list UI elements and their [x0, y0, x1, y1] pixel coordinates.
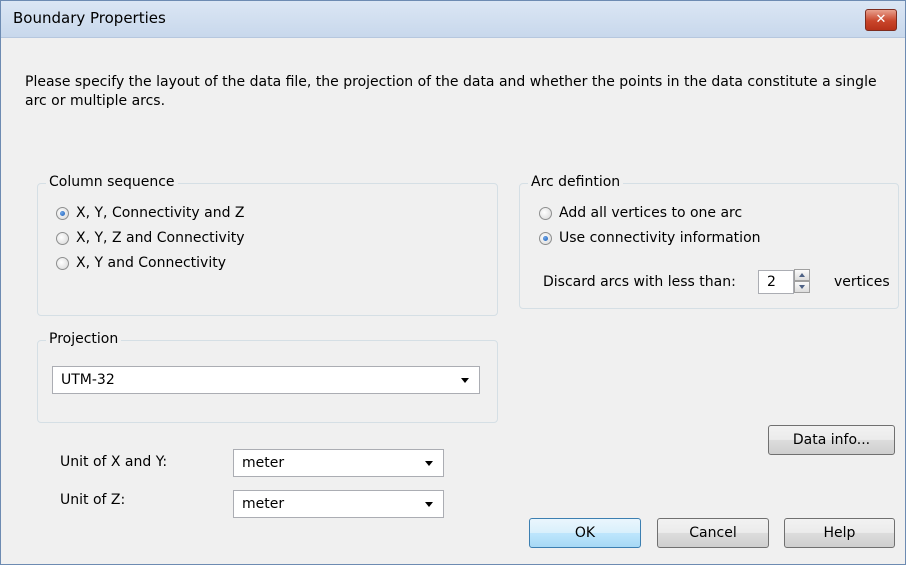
radio-icon[interactable]: [56, 256, 69, 270]
chevron-down-icon[interactable]: [425, 461, 433, 466]
data-info-button[interactable]: Data info...: [768, 425, 895, 455]
radio-icon[interactable]: [56, 231, 69, 245]
chevron-down-icon[interactable]: [461, 378, 469, 383]
close-button[interactable]: ✕: [865, 9, 897, 31]
arc-definition-group: Arc defintion Add all vertices to one ar…: [519, 174, 899, 309]
radio-label: X, Y, Z and Connectivity: [76, 230, 245, 246]
radio-label: Add all vertices to one arc: [559, 205, 743, 221]
arc-definition-legend: Arc defintion: [528, 174, 624, 190]
projection-select[interactable]: UTM-32: [52, 366, 480, 394]
radio-icon[interactable]: [539, 206, 552, 220]
discard-arcs-input[interactable]: 2: [758, 270, 794, 294]
dialog-window: Boundary Properties ✕ Please specify the…: [0, 0, 906, 565]
stepper-down-icon[interactable]: [794, 281, 810, 293]
projection-group: Projection UTM-32: [37, 331, 498, 423]
unit-z-value: meter: [242, 496, 285, 512]
radio-use-connectivity[interactable]: Use connectivity information: [539, 230, 761, 246]
radio-xy-connectivity-z[interactable]: X, Y, Connectivity and Z: [56, 205, 245, 221]
cancel-button[interactable]: Cancel: [657, 518, 769, 548]
radio-label: X, Y and Connectivity: [76, 255, 227, 271]
stepper-up-icon[interactable]: [794, 269, 810, 281]
radio-xyz-connectivity[interactable]: X, Y, Z and Connectivity: [56, 230, 245, 246]
help-button[interactable]: Help: [784, 518, 895, 548]
discard-arcs-stepper[interactable]: [794, 269, 810, 295]
radio-icon[interactable]: [56, 206, 69, 220]
chevron-down-icon[interactable]: [425, 502, 433, 507]
window-title: Boundary Properties: [13, 9, 166, 27]
unit-z-select[interactable]: meter: [233, 490, 444, 518]
radio-label: X, Y, Connectivity and Z: [76, 205, 245, 221]
unit-z-label: Unit of Z:: [60, 492, 126, 508]
unit-xy-select[interactable]: meter: [233, 449, 444, 477]
unit-xy-label: Unit of X and Y:: [60, 454, 168, 470]
close-icon: ✕: [875, 12, 887, 27]
unit-xy-value: meter: [242, 455, 285, 471]
title-bar[interactable]: Boundary Properties ✕: [1, 1, 905, 38]
radio-icon[interactable]: [539, 231, 552, 245]
column-sequence-group: Column sequence X, Y, Connectivity and Z…: [37, 174, 498, 316]
projection-legend: Projection: [46, 331, 122, 347]
discard-arcs-label: Discard arcs with less than:: [543, 274, 736, 290]
radio-xy-connectivity[interactable]: X, Y and Connectivity: [56, 255, 226, 271]
radio-add-all-vertices[interactable]: Add all vertices to one arc: [539, 205, 742, 221]
radio-label: Use connectivity information: [559, 230, 761, 246]
column-sequence-legend: Column sequence: [46, 174, 178, 190]
intro-text: Please specify the layout of the data fi…: [25, 74, 877, 109]
vertices-label: vertices: [834, 274, 890, 290]
projection-value: UTM-32: [61, 372, 115, 388]
ok-button[interactable]: OK: [529, 518, 641, 548]
